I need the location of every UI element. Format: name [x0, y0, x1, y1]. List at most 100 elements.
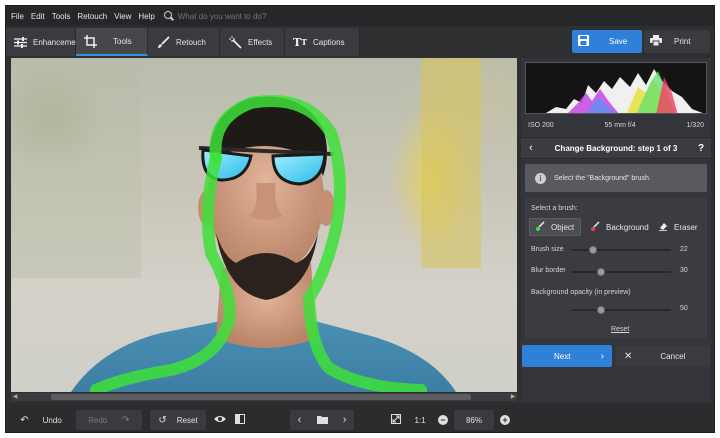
bg-opacity-knob[interactable] [597, 306, 605, 314]
redo-label: Redo [88, 415, 108, 425]
minus-icon: − [438, 415, 448, 425]
redo-button[interactable]: Redo ↷ [76, 410, 142, 430]
redo-icon: ↷ [121, 414, 130, 426]
portrait-photo [11, 58, 481, 392]
blur-border-track [571, 271, 671, 273]
scroll-left-icon[interactable]: ◀ [11, 393, 19, 401]
menu-retouch[interactable]: Retouch [77, 12, 107, 21]
object-brush-icon [535, 221, 545, 233]
tip-box: i Select the "Background" brush. [525, 164, 707, 192]
close-icon: ✕ [624, 350, 633, 362]
eraser-label: Eraser [674, 222, 698, 232]
scroll-right-icon[interactable]: ▶ [509, 393, 517, 401]
tab-captions-label: Captions [313, 37, 345, 47]
tab-retouch[interactable]: Retouch [148, 28, 220, 56]
undo-button[interactable]: ↶ Undo [10, 410, 72, 430]
blur-border-slider[interactable] [571, 268, 671, 276]
print-button[interactable]: Print [644, 30, 710, 53]
next-button[interactable]: Next › [522, 345, 612, 367]
bottom-toolbar: ↶ Undo Redo ↷ ↺ Reset ‹ › 1:1 − 86% + [6, 404, 714, 432]
tab-captions[interactable]: TT Captions [285, 28, 360, 56]
zoom-1-1-button[interactable]: 1:1 [410, 410, 430, 430]
panel-header: ‹ Change Background: step 1 of 3 ? [521, 137, 711, 159]
undo-icon: ↶ [20, 414, 29, 426]
floppy-disk-icon [578, 35, 589, 48]
reset-icon: ↺ [158, 414, 167, 426]
background-brush-icon [590, 221, 600, 233]
next-label: Next [554, 351, 571, 361]
printer-icon [650, 35, 662, 48]
brush-size-knob[interactable] [589, 246, 597, 254]
menu-tools[interactable]: Tools [52, 12, 71, 21]
compare-icon [235, 414, 245, 426]
menu-file[interactable]: File [11, 12, 24, 21]
brush-size-slider[interactable] [571, 246, 671, 254]
object-brush-button[interactable]: Object [529, 218, 581, 236]
save-label: Save [609, 37, 628, 46]
blur-border-knob[interactable] [597, 268, 605, 276]
fit-screen-icon [391, 414, 401, 426]
histogram [525, 62, 707, 114]
search-icon [163, 11, 174, 21]
tab-retouch-label: Retouch [176, 37, 206, 47]
compare-button[interactable] [232, 410, 248, 430]
cancel-button[interactable]: ✕ Cancel [616, 345, 710, 367]
help-icon[interactable]: ? [691, 143, 711, 154]
tab-tools-label: Tools [113, 36, 132, 46]
back-chevron-icon[interactable]: ‹ [521, 142, 541, 154]
brush-size-label: Brush size [531, 246, 564, 253]
menu-view[interactable]: View [114, 12, 131, 21]
bg-opacity-slider[interactable] [571, 306, 671, 314]
cancel-label: Cancel [660, 351, 686, 361]
exif-info: ISO 200 55 mm f/4 1/320 [525, 118, 707, 132]
search-box [163, 11, 298, 21]
previous-image-icon[interactable]: ‹ [298, 414, 302, 426]
next-image-icon[interactable]: › [343, 414, 347, 426]
menu-bar: File Edit Tools Retouch View Help [6, 6, 714, 26]
tab-effects[interactable]: Effects [220, 28, 285, 56]
canvas-scrollbar[interactable]: ◀ ▶ [11, 393, 517, 401]
tip-text: Select the "Background" brush. [554, 174, 651, 182]
zoom-out-button[interactable]: − [436, 410, 450, 430]
exif-lens: 55 mm f/4 [604, 121, 636, 129]
select-brush-label: Select a brush: [531, 205, 578, 212]
zoom-value[interactable]: 86% [454, 410, 494, 430]
chevron-right-icon: › [600, 350, 604, 362]
background-brush-button[interactable]: Background [585, 218, 651, 236]
undo-label: Undo [42, 415, 62, 425]
zoom-in-button[interactable]: + [498, 410, 512, 430]
brush-size-value: 22 [680, 246, 688, 253]
menu-help[interactable]: Help [138, 12, 154, 21]
brush-icon [156, 35, 170, 49]
reset-settings-link[interactable]: Reset [611, 326, 629, 333]
folder-icon[interactable] [316, 415, 328, 426]
reset-label: Reset [176, 415, 198, 425]
tab-tools[interactable]: Tools [76, 28, 148, 56]
plus-icon: + [500, 415, 510, 425]
blur-border-value: 30 [680, 267, 688, 274]
info-icon: i [535, 172, 546, 184]
bg-opacity-track [571, 309, 671, 311]
eraser-button[interactable]: Eraser [653, 218, 705, 236]
tab-effects-label: Effects [248, 37, 273, 47]
image-navigation: ‹ › [290, 410, 354, 430]
bg-opacity-label: Background opacity (in preview) [531, 289, 631, 296]
photo-editor-window: File Edit Tools Retouch View Help Enhanc… [5, 5, 715, 433]
main-tabs: Enhancement Tools Retouch Effects TT Cap… [6, 28, 361, 56]
save-button[interactable]: Save [572, 30, 642, 53]
fit-screen-button[interactable] [388, 410, 404, 430]
exif-iso: ISO 200 [528, 121, 554, 129]
tab-enhancement-label: Enhancement [33, 37, 83, 47]
preview-button[interactable] [212, 410, 228, 430]
photo-canvas[interactable] [11, 58, 517, 392]
menu-edit[interactable]: Edit [31, 12, 45, 21]
eraser-icon [658, 221, 668, 233]
brush-settings: Select a brush: Object Background Eraser… [525, 198, 707, 338]
magic-wand-icon [228, 35, 242, 49]
search-input[interactable] [177, 11, 298, 21]
panel-title: Change Background: step 1 of 3 [554, 143, 678, 153]
tab-enhancement[interactable]: Enhancement [6, 28, 82, 56]
scroll-thumb[interactable] [51, 394, 471, 400]
bg-opacity-value: 50 [680, 305, 688, 312]
reset-button[interactable]: ↺ Reset [150, 410, 206, 430]
